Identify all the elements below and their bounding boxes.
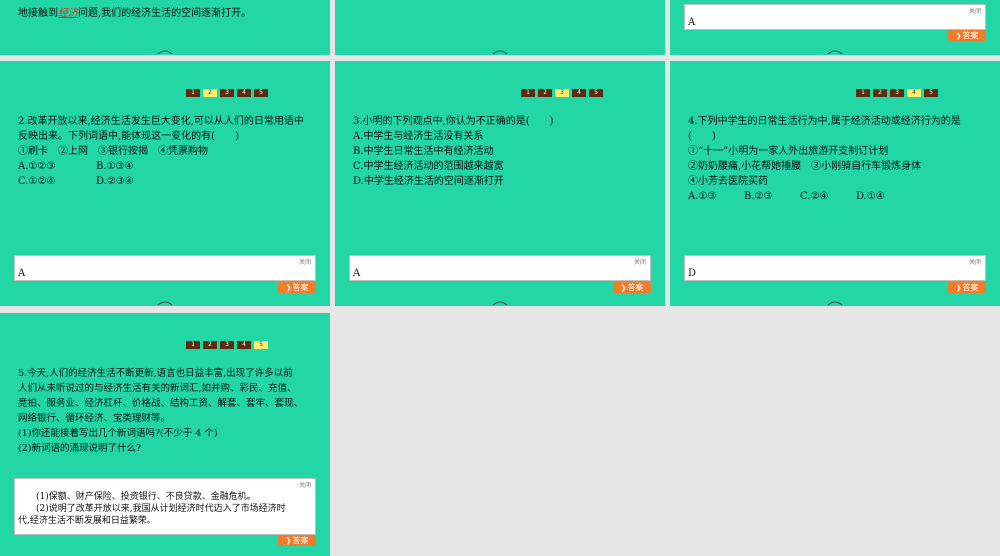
swoosh-icon (492, 301, 508, 306)
slide-question-3: 1 2 3 4 5 3.小明的下列观点中,你认为不正确的是( ) A.中学生与经… (335, 61, 665, 306)
question-text-tail: 地接触到经济问题,我们的经济生活的空间逐渐打开。 (18, 8, 252, 19)
question-text: 2.改革开放以来,经济生活发生巨大变化,可以从人们的日常用语中 反映出来。下列词… (18, 116, 304, 187)
pager-item-5[interactable]: 5 (924, 89, 938, 97)
question-pager: 1 2 3 4 5 (856, 89, 938, 97)
question-pager: 1 2 3 4 5 (521, 89, 603, 97)
slide-question-5: 1 2 3 4 5 5.今天,人们的经济生活不断更新,语言也日益丰富,出现了许多… (0, 313, 330, 556)
answer-text: D (688, 268, 697, 279)
slide-2-partial (335, 0, 665, 55)
answer-box: 关闭 (1)保额、财产保险、投资银行、不良贷款、金融危机。 (2)说明了改革开放… (14, 478, 316, 535)
answer-text: A (353, 268, 361, 279)
answer-button[interactable]: 答案 (278, 282, 316, 293)
pager-item-5[interactable]: 5 (254, 89, 268, 97)
answer-box: 关闭 A (14, 255, 316, 281)
answer-text: A (18, 268, 26, 279)
pager-item-2[interactable]: 2 (203, 89, 217, 97)
pager-item-1[interactable]: 1 (856, 89, 870, 97)
answer-button[interactable]: 答案 (948, 282, 986, 293)
pager-item-2[interactable]: 2 (538, 89, 552, 97)
pager-item-1[interactable]: 1 (521, 89, 535, 97)
pager-item-1[interactable]: 1 (186, 89, 200, 97)
answer-button[interactable]: 答案 (278, 535, 316, 546)
answer-text: (1)保额、财产保险、投资银行、不良贷款、金融危机。 (2)说明了改革开放以来,… (18, 492, 286, 526)
pager-item-5[interactable]: 5 (589, 89, 603, 97)
question-pager: 1 2 3 4 5 (186, 341, 268, 349)
answer-button[interactable]: 答案 (948, 30, 986, 41)
answer-box: 关闭 A (684, 4, 986, 30)
answer-button[interactable]: 答案 (613, 282, 651, 293)
close-button[interactable]: 关闭 (299, 257, 311, 266)
swoosh-icon (827, 301, 843, 306)
swoosh-icon (492, 50, 508, 55)
question-text: 4.下列中学生的日常生活行为中,属于经济活动或经济行为的是 ( ) ①“十一”小… (688, 116, 961, 202)
options-row: A.①③ B.②③ C.②④ D.①④ (688, 191, 885, 202)
question-text: 5.今天,人们的经济生活不断更新,语言也日益丰富,出现了许多以前 人们从未听说过… (18, 368, 304, 454)
pager-item-3[interactable]: 3 (220, 341, 234, 349)
pager-item-5[interactable]: 5 (254, 341, 268, 349)
pager-item-1[interactable]: 1 (186, 341, 200, 349)
swoosh-icon (827, 50, 843, 55)
swoosh-icon (157, 301, 173, 306)
slide-3-partial: 关闭 A 答案 (670, 0, 1000, 55)
swoosh-icon (157, 50, 173, 55)
pager-item-4[interactable]: 4 (572, 89, 586, 97)
slide-question-4: 1 2 3 4 5 4.下列中学生的日常生活行为中,属于经济活动或经济行为的是 … (670, 61, 1000, 306)
pager-item-4[interactable]: 4 (237, 89, 251, 97)
close-button[interactable]: 关闭 (634, 257, 646, 266)
options-row: A.①②③ B.①③④ (18, 161, 134, 172)
pager-item-2[interactable]: 2 (203, 341, 217, 349)
pager-item-3[interactable]: 3 (555, 89, 569, 97)
close-button[interactable]: 关闭 (299, 480, 311, 489)
pager-item-3[interactable]: 3 (220, 89, 234, 97)
answer-box: 关闭 A (349, 255, 651, 281)
pager-item-4[interactable]: 4 (237, 341, 251, 349)
pager-item-2[interactable]: 2 (873, 89, 887, 97)
highlighted-word: 经济 (58, 8, 78, 19)
slide-1-partial: 地接触到经济问题,我们的经济生活的空间逐渐打开。 (0, 0, 330, 55)
answer-box: 关闭 D (684, 255, 986, 281)
question-text: 3.小明的下列观点中,你认为不正确的是( ) A.中学生与经济生活没有关系 B.… (353, 116, 554, 187)
options-row: C.①②④ D.②③④ (18, 176, 134, 187)
close-button[interactable]: 关闭 (969, 257, 981, 266)
answer-text: A (688, 17, 696, 28)
pager-item-3[interactable]: 3 (890, 89, 904, 97)
question-pager: 1 2 3 4 5 (186, 89, 268, 97)
close-button[interactable]: 关闭 (969, 6, 981, 15)
slide-question-2: 1 2 3 4 5 2.改革开放以来,经济生活发生巨大变化,可以从人们的日常用语… (0, 61, 330, 306)
pager-item-4[interactable]: 4 (907, 89, 921, 97)
